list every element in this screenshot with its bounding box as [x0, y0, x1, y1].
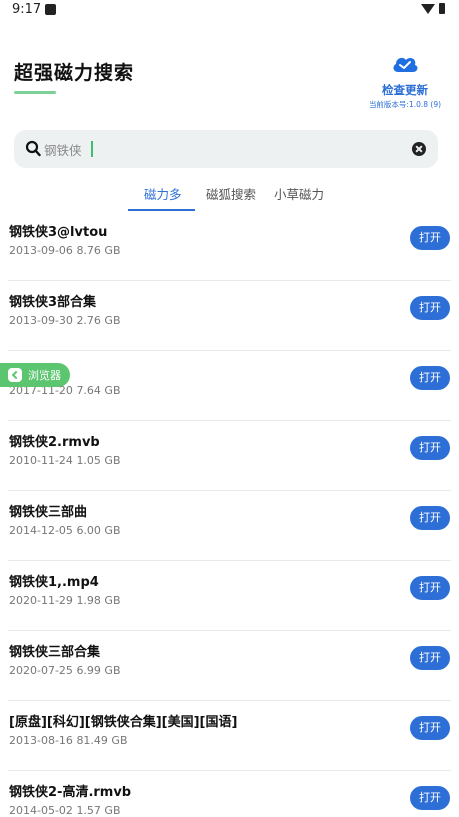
result-date: 2020-07-25 [9, 664, 73, 677]
result-size: 1.57 GB [76, 804, 121, 817]
text-caret [91, 141, 93, 157]
open-button[interactable]: 打开 [410, 436, 450, 460]
open-button[interactable]: 打开 [410, 716, 450, 740]
list-item: [原盘][科幻][钢铁侠合集][美国][国语] 2013-08-16 81.49… [0, 701, 459, 771]
title-underline [14, 91, 56, 94]
search-icon [25, 140, 41, 157]
result-title: 钢铁侠三部合集 [9, 645, 101, 660]
result-size: 6.00 GB [76, 524, 121, 537]
version-label: 当前版本号:1.0.8 (9) [368, 100, 442, 109]
result-size: 1.98 GB [76, 594, 121, 607]
result-meta: 2010-11-24 1.05 GB [9, 454, 121, 467]
status-bar: 9:17 [0, 0, 459, 24]
search-bar [14, 130, 438, 168]
result-size: 1.05 GB [76, 454, 121, 467]
result-title: [原盘][科幻][钢铁侠合集][美国][国语] [9, 715, 238, 730]
result-size: 2.76 GB [76, 314, 121, 327]
search-input[interactable] [44, 139, 404, 159]
open-button[interactable]: 打开 [410, 506, 450, 530]
clear-icon[interactable] [412, 142, 426, 156]
list-item: 钢铁侠2.rmvb 2010-11-24 1.05 GB 打开 [0, 421, 459, 491]
result-size: 8.76 GB [76, 244, 121, 257]
open-button[interactable]: 打开 [410, 226, 450, 250]
notification-icon [45, 4, 56, 15]
battery-icon [439, 3, 445, 14]
result-date: 2020-11-29 [9, 594, 73, 607]
result-date: 2013-09-30 [9, 314, 73, 327]
open-button[interactable]: 打开 [410, 296, 450, 320]
result-date: 2014-05-02 [9, 804, 73, 817]
result-size: 7.64 GB [76, 384, 121, 397]
result-meta: 2013-09-06 8.76 GB [9, 244, 121, 257]
result-date: 2014-12-05 [9, 524, 73, 537]
open-button[interactable]: 打开 [410, 576, 450, 600]
back-icon [8, 368, 22, 382]
result-date: 2013-08-16 [9, 734, 73, 747]
list-item: 钢铁侠三部合集 2020-07-25 6.99 GB 打开 [0, 631, 459, 701]
open-button[interactable]: 打开 [410, 366, 450, 390]
result-meta: 2020-07-25 6.99 GB [9, 664, 121, 677]
result-meta: 2013-09-30 2.76 GB [9, 314, 121, 327]
status-icons [421, 3, 445, 14]
floating-browser-button[interactable]: 浏览器 [0, 363, 70, 387]
list-item: 钢铁侠2-高清.rmvb 2014-05-02 1.57 GB 打开 [0, 771, 459, 817]
wifi-icon [421, 3, 435, 14]
result-title: 钢铁侠3部合集 [9, 295, 97, 310]
result-size: 81.49 GB [76, 734, 128, 747]
result-meta: 2013-08-16 81.49 GB [9, 734, 128, 747]
result-meta: 2014-05-02 1.57 GB [9, 804, 121, 817]
list-item: 2017-11-20 7.64 GB 打开 [0, 351, 459, 421]
status-time: 9:17 [12, 2, 42, 17]
result-title: 钢铁侠2.rmvb [9, 435, 100, 450]
check-update-button[interactable]: 检查更新 当前版本号:1.0.8 (9) [360, 52, 450, 112]
result-meta: 2014-12-05 6.00 GB [9, 524, 121, 537]
result-meta: 2020-11-29 1.98 GB [9, 594, 121, 607]
check-update-label: 检查更新 [382, 83, 428, 97]
result-title: 钢铁侠三部曲 [9, 505, 88, 520]
tab-xiaocao[interactable]: 小草磁力 [274, 184, 324, 203]
list-item: 钢铁侠3@lvtou 2013-09-06 8.76 GB 打开 [0, 211, 459, 281]
open-button[interactable]: 打开 [410, 786, 450, 810]
list-item: 钢铁侠三部曲 2014-12-05 6.00 GB 打开 [0, 491, 459, 561]
result-title: 钢铁侠2-高清.rmvb [9, 785, 132, 800]
tab-cilido[interactable]: 磁力多 [144, 184, 182, 203]
list-item: 钢铁侠3部合集 2013-09-30 2.76 GB 打开 [0, 281, 459, 351]
open-button[interactable]: 打开 [410, 646, 450, 670]
result-title: 钢铁侠3@lvtou [9, 225, 108, 240]
result-size: 6.99 GB [76, 664, 121, 677]
browser-label: 浏览器 [28, 369, 61, 382]
page-title: 超强磁力搜索 [14, 62, 135, 84]
cloud-check-icon [393, 57, 418, 72]
result-date: 2010-11-24 [9, 454, 73, 467]
tab-cihu[interactable]: 磁狐搜索 [206, 184, 256, 203]
result-title: 钢铁侠1,.mp4 [9, 575, 99, 590]
list-item: 钢铁侠1,.mp4 2020-11-29 1.98 GB 打开 [0, 561, 459, 631]
result-date: 2013-09-06 [9, 244, 73, 257]
